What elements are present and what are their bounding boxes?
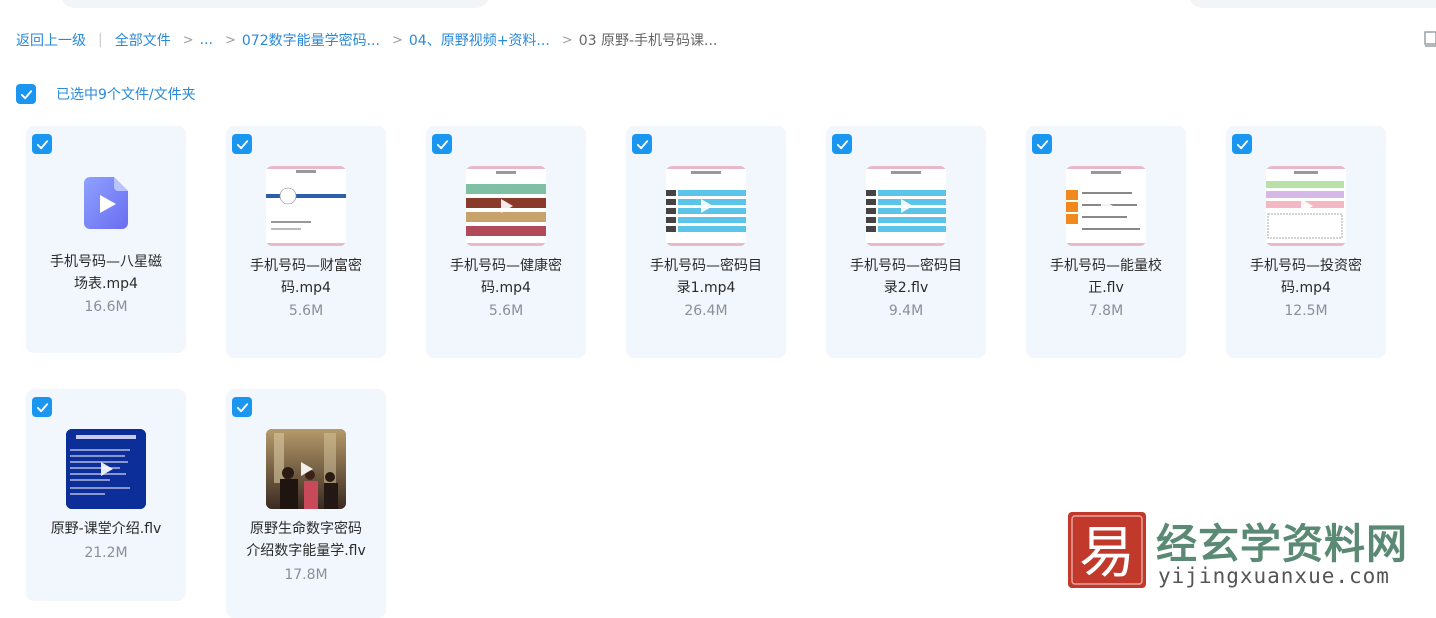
view-toggle-icon[interactable] xyxy=(1424,31,1436,47)
play-icon xyxy=(101,462,113,476)
check-icon xyxy=(20,89,32,99)
file-checkbox[interactable] xyxy=(32,134,52,154)
breadcrumb-divider: | xyxy=(98,32,103,48)
file-name: 手机号码—密码目 录2.flv xyxy=(850,258,962,296)
file-checkbox[interactable] xyxy=(432,134,452,154)
play-icon xyxy=(1301,199,1313,213)
file-card[interactable]: 手机号码—投资密 码.mp4 12.5M xyxy=(1226,126,1386,358)
file-name: 手机号码—健康密 码.mp4 xyxy=(450,258,562,296)
breadcrumb-separator: > xyxy=(182,32,194,48)
file-card[interactable]: 原野-课堂介绍.flv 21.2M xyxy=(26,389,186,601)
selection-count: 已选中9个文件/文件夹 xyxy=(56,87,196,103)
watermark-url: yijingxuanxue.com xyxy=(1158,564,1390,588)
back-link[interactable]: 返回上一级 xyxy=(16,30,86,50)
file-card[interactable]: 手机号码—八星磁 场表.mp4 16.6M xyxy=(26,126,186,353)
select-all-bar: 已选中9个文件/文件夹 xyxy=(16,84,196,104)
play-icon xyxy=(301,199,313,213)
watermark-title: 经玄学资料网 xyxy=(1156,520,1408,568)
video-thumbnail xyxy=(466,166,546,246)
svg-text:易: 易 xyxy=(1079,521,1135,586)
file-size: 5.6M xyxy=(288,303,324,319)
play-icon xyxy=(1101,199,1113,213)
file-name: 手机号码—投资密 码.mp4 xyxy=(1250,258,1362,296)
search-bar-edge xyxy=(60,0,490,8)
file-checkbox[interactable] xyxy=(1232,134,1252,154)
play-icon xyxy=(501,199,513,213)
check-icon xyxy=(36,139,48,149)
file-size: 16.6M xyxy=(84,299,128,315)
file-checkbox[interactable] xyxy=(1032,134,1052,154)
video-thumbnail xyxy=(266,166,346,246)
video-thumbnail xyxy=(266,429,346,509)
play-icon xyxy=(301,462,313,476)
breadcrumb-all-files[interactable]: 全部文件 xyxy=(115,30,171,50)
file-card[interactable]: 手机号码—财富密 码.mp4 5.6M xyxy=(226,126,386,358)
video-file-icon xyxy=(84,177,128,229)
play-icon xyxy=(901,199,913,213)
breadcrumb-level-1[interactable]: 072数字能量学密码... xyxy=(242,30,380,50)
video-thumbnail xyxy=(666,166,746,246)
file-name: 手机号码—密码目 录1.mp4 xyxy=(650,258,762,296)
file-card[interactable]: 原野生命数字密码 介绍数字能量学.flv 17.8M xyxy=(226,389,386,618)
watermark-logo: 易 xyxy=(1068,512,1146,588)
file-size: 12.5M xyxy=(1284,303,1328,319)
play-icon xyxy=(701,199,713,213)
file-card[interactable]: 手机号码—能量校 正.flv 7.8M xyxy=(1026,126,1186,358)
check-icon xyxy=(236,139,248,149)
file-checkbox[interactable] xyxy=(232,397,252,417)
video-thumbnail xyxy=(866,166,946,246)
file-card[interactable]: 手机号码—密码目 录2.flv 9.4M xyxy=(826,126,986,358)
file-size: 21.2M xyxy=(84,545,128,561)
file-name: 手机号码—能量校 正.flv xyxy=(1050,258,1162,296)
breadcrumb-separator: > xyxy=(224,32,236,48)
check-icon xyxy=(1036,139,1048,149)
check-icon xyxy=(1236,139,1248,149)
file-name: 手机号码—财富密 码.mp4 xyxy=(250,258,362,296)
file-size: 9.4M xyxy=(888,303,924,319)
check-icon xyxy=(836,139,848,149)
breadcrumb-ellipsis[interactable]: ... xyxy=(200,32,213,48)
site-watermark: 易 经玄学资料网 yijingxuanxue.com xyxy=(1066,508,1426,592)
toolbar-edge xyxy=(1188,0,1436,8)
file-checkbox[interactable] xyxy=(232,134,252,154)
video-thumbnail xyxy=(1066,166,1146,246)
check-icon xyxy=(636,139,648,149)
breadcrumb: 返回上一级 | 全部文件 > ... > 072数字能量学密码... > 04、… xyxy=(16,30,717,50)
file-size: 7.8M xyxy=(1088,303,1124,319)
breadcrumb-level-2[interactable]: 04、原野视频+资料... xyxy=(409,30,550,50)
file-checkbox[interactable] xyxy=(832,134,852,154)
video-thumbnail xyxy=(1266,166,1346,246)
file-size: 5.6M xyxy=(488,303,524,319)
breadcrumb-current: 03 原野-手机号码课... xyxy=(578,33,718,49)
check-icon xyxy=(36,402,48,412)
video-thumbnail xyxy=(66,429,146,509)
file-card[interactable]: 手机号码—密码目 录1.mp4 26.4M xyxy=(626,126,786,358)
check-icon xyxy=(236,402,248,412)
breadcrumb-separator: > xyxy=(391,32,403,48)
file-name: 原野生命数字密码 介绍数字能量学.flv xyxy=(246,521,366,559)
select-all-checkbox[interactable] xyxy=(16,84,36,104)
file-size: 26.4M xyxy=(684,303,728,319)
file-checkbox[interactable] xyxy=(632,134,652,154)
file-size: 17.8M xyxy=(284,567,328,583)
breadcrumb-separator: > xyxy=(561,32,573,48)
check-icon xyxy=(436,139,448,149)
file-name: 手机号码—八星磁 场表.mp4 xyxy=(50,254,162,292)
file-card[interactable]: 手机号码—健康密 码.mp4 5.6M xyxy=(426,126,586,358)
file-name: 原野-课堂介绍.flv xyxy=(50,521,162,537)
file-checkbox[interactable] xyxy=(32,397,52,417)
